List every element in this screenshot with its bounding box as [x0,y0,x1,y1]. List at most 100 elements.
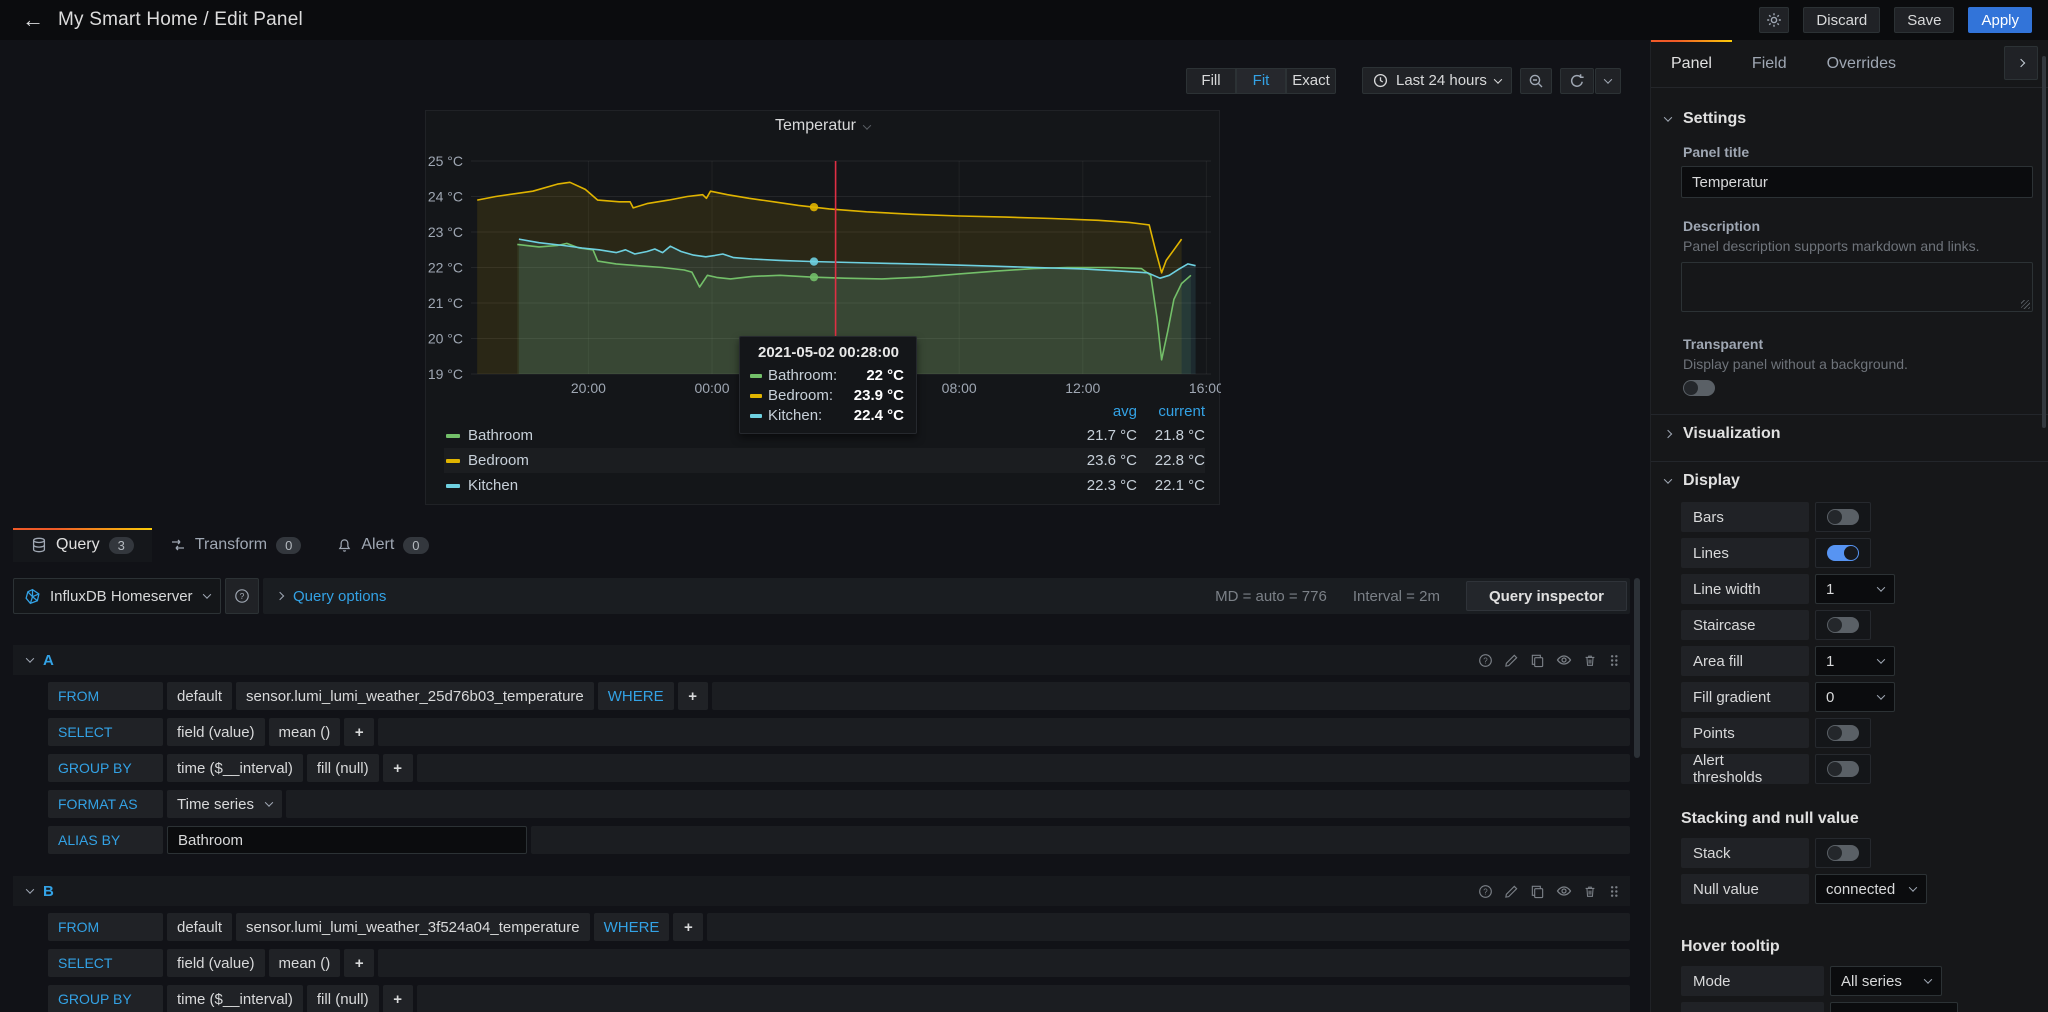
legend-col-avg[interactable]: avg [1075,403,1137,423]
alias-input[interactable] [167,826,527,854]
sidebar-scrollbar[interactable] [2042,56,2046,428]
null-value-select[interactable]: connected [1815,874,1927,904]
legend-series-name[interactable]: Bedroom [468,452,529,469]
back-arrow-icon[interactable]: ← [22,9,44,31]
toggle-wrap[interactable] [1815,502,1871,532]
transparent-toggle[interactable] [1683,380,1715,396]
refresh-button[interactable] [1560,68,1594,94]
query-part[interactable]: default [167,682,232,710]
query-part-select[interactable]: Time series [167,790,282,818]
query-part[interactable]: fill (null) [307,985,379,1012]
section-visualization[interactable]: Visualization [1665,425,2030,443]
add-part-button[interactable]: + [383,754,413,782]
drag-handle-icon[interactable] [1608,653,1620,668]
datasource-select[interactable]: InfluxDB Homeserver [13,578,221,614]
page-title: My Smart Home / Edit Panel [58,9,303,31]
discard-button[interactable]: Discard [1803,7,1880,33]
query-part[interactable]: time ($__interval) [167,985,303,1012]
query-part[interactable]: time ($__interval) [167,754,303,782]
toggle-wrap[interactable] [1815,754,1871,784]
copy-icon[interactable] [1530,653,1545,668]
query-part[interactable]: fill (null) [307,754,379,782]
legend-col-current[interactable]: current [1137,403,1205,423]
help-circle-icon[interactable]: ? [1478,884,1493,899]
query-row-label: ALIAS BY [48,826,163,854]
size-exact-button[interactable]: Exact [1286,68,1336,94]
lines-toggle[interactable] [1827,545,1859,561]
collapse-sidebar-button[interactable] [2004,46,2038,80]
section-display[interactable]: Display [1665,472,2030,490]
zoom-out-button[interactable] [1520,68,1552,94]
size-fill-button[interactable]: Fill [1186,68,1236,94]
size-fit-button[interactable]: Fit [1236,68,1286,94]
query-part[interactable]: field (value) [167,949,265,977]
section-settings[interactable]: Settings [1665,110,2030,128]
save-button[interactable]: Save [1894,7,1954,33]
tooltip-series-name: Bathroom: [768,367,837,384]
tab-panel[interactable]: Panel [1651,40,1732,87]
eye-icon[interactable] [1556,883,1572,899]
mode-select[interactable]: All series [1830,966,1942,996]
query-B-header[interactable]: B? [13,876,1630,906]
panel-settings-gear-button[interactable] [1759,7,1789,33]
help-circle-icon[interactable]: ? [1478,653,1493,668]
hover-tooltip-title: Hover tooltip [1681,938,2030,956]
points-toggle[interactable] [1827,725,1859,741]
toggle-wrap[interactable] [1815,538,1871,568]
trash-icon[interactable] [1583,653,1597,668]
query-area-scrollbar[interactable] [1634,578,1640,758]
query-part[interactable]: sensor.lumi_lumi_weather_3f524a04_temper… [236,913,590,941]
query-keyword[interactable]: WHERE [598,682,674,710]
query-part[interactable]: mean () [269,718,341,746]
refresh-interval-dropdown[interactable] [1595,68,1621,94]
toggle-wrap[interactable] [1815,610,1871,640]
add-part-button[interactable]: + [673,913,703,941]
stack-toggle[interactable] [1827,845,1859,861]
option-select[interactable] [1830,1002,1958,1012]
copy-icon[interactable] [1530,884,1545,899]
tab-alert[interactable]: Alert 0 [319,528,446,562]
option-label: Stack [1681,838,1809,868]
query-part[interactable]: mean () [269,949,341,977]
tab-transform[interactable]: Transform 0 [152,528,320,562]
tab-field[interactable]: Field [1732,40,1807,87]
pencil-icon[interactable] [1504,884,1519,899]
datasource-help-button[interactable]: ? [225,578,259,614]
tooltip-series-name: Bedroom: [768,387,833,404]
drag-handle-icon[interactable] [1608,884,1620,899]
query-part[interactable]: sensor.lumi_lumi_weather_25d76b03_temper… [236,682,594,710]
time-range-picker[interactable]: Last 24 hours [1362,67,1512,94]
query-options-link[interactable]: Query options [293,588,386,605]
legend-series-name[interactable]: Kitchen [468,477,518,494]
tab-query[interactable]: Query 3 [13,528,152,562]
chevron-down-icon [1909,883,1917,891]
query-part[interactable]: field (value) [167,718,265,746]
query-part[interactable]: default [167,913,232,941]
query-A-header[interactable]: A? [13,645,1630,675]
add-part-button[interactable]: + [344,949,374,977]
panel-options-sidebar: Panel Field Overrides Settings Panel tit… [1650,40,2048,1012]
query-keyword[interactable]: WHERE [594,913,670,941]
chart-tooltip: 2021-05-02 00:28:00 Bathroom:22 °CBedroo… [739,336,917,434]
legend-series-name[interactable]: Bathroom [468,427,533,444]
panel-title-input[interactable] [1681,166,2033,198]
tab-overrides[interactable]: Overrides [1807,40,1916,87]
bars-toggle[interactable] [1827,509,1859,525]
alert-thresholds-toggle[interactable] [1827,761,1859,777]
add-part-button[interactable]: + [344,718,374,746]
line-width-select[interactable]: 1 [1815,574,1895,604]
area-fill-select[interactable]: 1 [1815,646,1895,676]
add-part-button[interactable]: + [383,985,413,1012]
eye-icon[interactable] [1556,652,1572,668]
fill-gradient-select[interactable]: 0 [1815,682,1895,712]
pencil-icon[interactable] [1504,653,1519,668]
toggle-wrap[interactable] [1815,718,1871,748]
add-part-button[interactable]: + [678,682,708,710]
apply-button[interactable]: Apply [1968,7,2032,33]
staircase-toggle[interactable] [1827,617,1859,633]
svg-text:24 °C: 24 °C [428,189,463,205]
trash-icon[interactable] [1583,884,1597,899]
toggle-wrap[interactable] [1815,838,1871,868]
query-inspector-button[interactable]: Query inspector [1466,581,1627,611]
description-textarea[interactable] [1681,262,2033,312]
